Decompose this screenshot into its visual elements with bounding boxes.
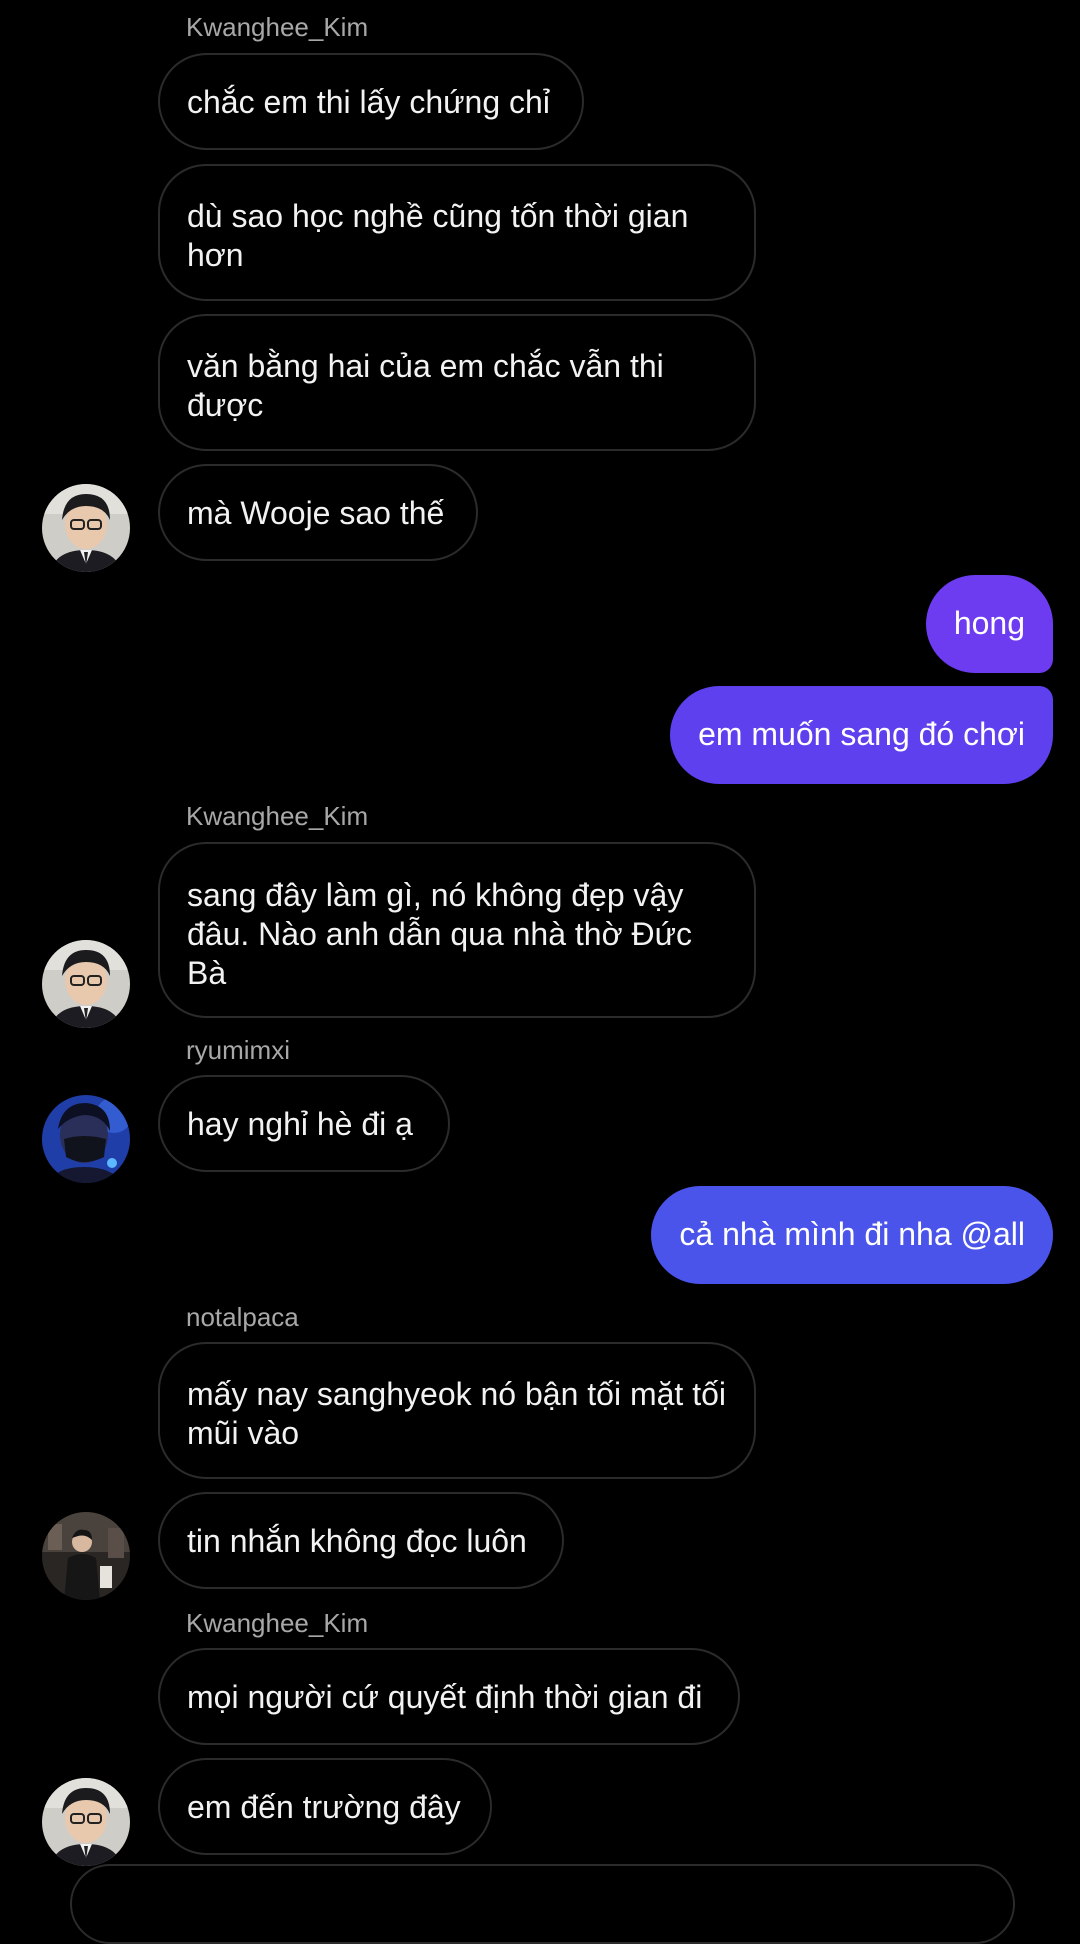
profile-photo-icon [42,1778,130,1866]
sender-name: Kwanghee_Kim [186,12,369,42]
sender-name: Kwanghee_Kim [186,1608,369,1638]
incoming-message[interactable]: sang đây làm gì, nó không đẹp vậy đâu. N… [158,842,756,1018]
sender-name: ryumimxi [186,1035,290,1065]
outgoing-message[interactable]: cả nhà mình đi nha @all [651,1186,1053,1284]
profile-photo-icon [42,1512,130,1600]
profile-photo-icon [42,940,130,1028]
outgoing-message[interactable]: em muốn sang đó chơi [670,686,1053,784]
sender-name: Kwanghee_Kim [186,801,369,831]
chat-thread[interactable]: Kwanghee_Kim chắc em thi lấy chứng chỉ d… [0,0,1080,1944]
sender-name: notalpaca [186,1302,299,1332]
kwanghee-avatar[interactable] [42,1778,130,1866]
notalpaca-avatar[interactable] [42,1512,130,1600]
incoming-message[interactable]: chắc em thi lấy chứng chỉ [158,53,584,150]
incoming-message[interactable]: văn bằng hai của em chắc vẫn thi được [158,314,756,451]
profile-photo-icon [42,1095,130,1183]
profile-photo-icon [42,484,130,572]
incoming-message[interactable]: mấy nay sanghyeok nó bận tối mặt tối mũi… [158,1342,756,1479]
incoming-message[interactable]: hay nghỉ hè đi ạ [158,1075,450,1172]
kwanghee-avatar[interactable] [42,940,130,1028]
kwanghee-avatar[interactable] [42,484,130,572]
outgoing-message[interactable]: hong [925,575,1053,673]
incoming-message[interactable]: mọi người cứ quyết định thời gian đi [158,1648,740,1745]
incoming-message[interactable]: dù sao học nghề cũng tốn thời gian hơn [158,164,756,301]
incoming-message[interactable]: tin nhắn không đọc luôn [158,1492,564,1589]
message-composer[interactable] [70,1864,1015,1944]
ryumimxi-avatar[interactable] [42,1095,130,1183]
incoming-message[interactable]: mà Wooje sao thế [158,464,478,561]
incoming-message[interactable]: em đến trường đây [158,1758,492,1855]
